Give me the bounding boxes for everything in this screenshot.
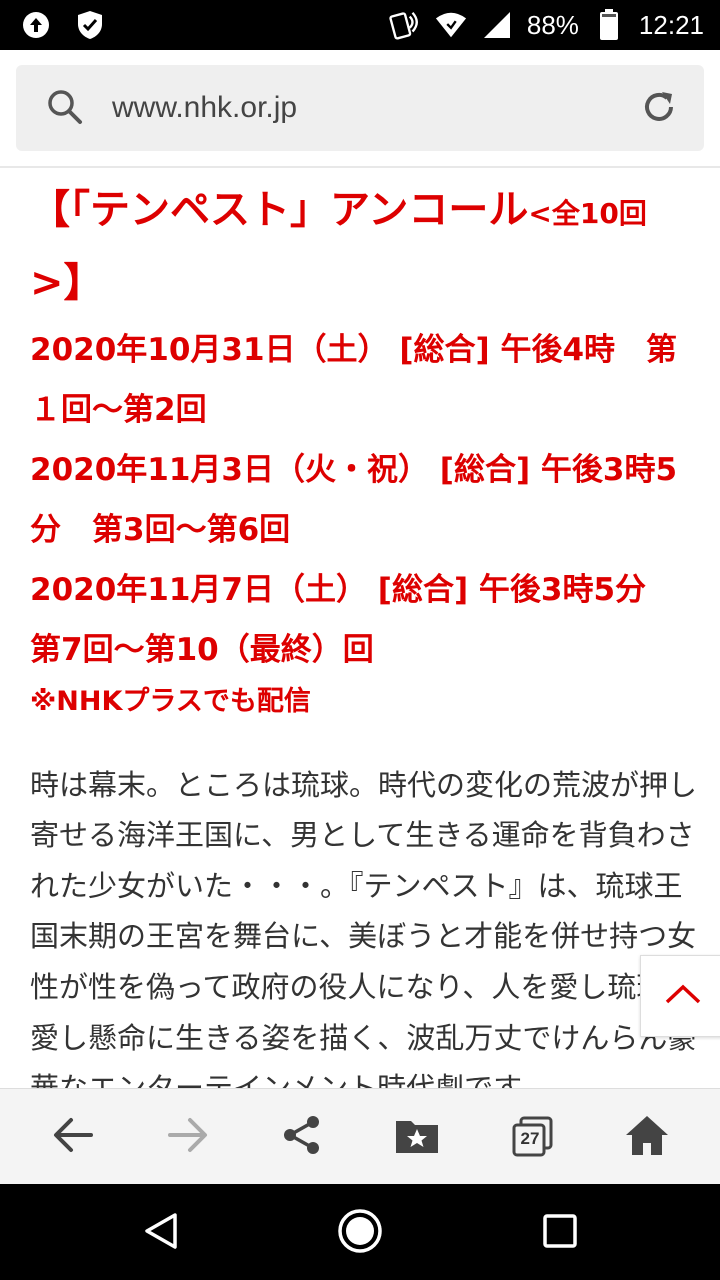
schedule-line: 2020年11月3日（火・祝） [総合] 午後3時5 [30,452,678,488]
bookmarks-button[interactable] [389,1109,445,1165]
system-nav-bar [0,1184,720,1280]
schedule-line: 2020年10月31日（土） [総合] 午後4時 第 [30,332,678,368]
signal-icon [481,9,513,41]
reload-icon[interactable] [640,88,678,130]
forward-button[interactable] [160,1109,216,1165]
synopsis-line: 愛し懸命に生きる姿を描く、波乱万丈でけんらん豪 [30,1021,697,1055]
scroll-to-top-button[interactable] [640,955,720,1037]
back-arrow-icon [51,1115,95,1159]
nav-recents-button[interactable] [535,1208,585,1258]
search-icon[interactable] [46,88,84,130]
wifi-icon [435,9,467,41]
nav-home-icon [336,1207,384,1259]
nav-back-button[interactable] [136,1208,186,1258]
tabs-count: 27 [520,1129,540,1148]
shield-icon [74,9,106,41]
forward-arrow-icon [166,1115,210,1159]
schedule-line: １回～第2回 [30,392,207,428]
schedule-line: 第7回～第10（最終）回 [30,632,374,668]
nhk-plus-note: ※NHKプラスでも配信 [30,686,311,717]
title-main: 【「テンペスト」アンコール [30,187,529,233]
nav-back-icon [141,1211,181,1255]
clock: 12:21 [638,10,704,40]
home-icon [624,1113,670,1161]
tabs-icon: 27 [510,1115,554,1159]
article-title: 【「テンペスト」アンコール<全10回 [30,185,647,239]
bookmark-folder-icon [394,1115,440,1159]
page-content: 【「テンペスト」アンコール<全10回 >】 2020年10月31日（土） [総合… [0,168,720,1088]
schedule-line: 2020年11月7日（土） [総合] 午後3時5分 [30,572,647,608]
browser-toolbar: 27 [0,1088,720,1184]
share-button[interactable] [274,1109,330,1165]
upload-icon [20,9,52,41]
url-text[interactable]: www.nhk.or.jp [112,89,297,127]
synopsis-line: れた少女がいた・・・。『テンペスト』は、琉球王 [30,869,683,903]
share-icon [280,1113,324,1161]
nav-home-button[interactable] [335,1208,385,1258]
battery-percent: 88% [526,10,579,40]
url-field[interactable]: www.nhk.or.jp [16,65,704,151]
tabs-button[interactable]: 27 [504,1109,560,1165]
nav-recents-icon [541,1212,579,1254]
title-closing: >】 [30,260,104,306]
nfc-icon [389,9,421,41]
home-button[interactable] [619,1109,675,1165]
synopsis-line: 華なエンターテインメント時代劇です。 [30,1071,549,1088]
synopsis-line: 時は幕末。ところは琉球。時代の変化の荒波が押し [30,768,698,802]
schedule-line: 分 第3回～第6回 [30,512,291,548]
synopsis-line: 性が性を偽って政府の役人になり、人を愛し琉球を [30,970,695,1004]
status-bar: 88% 12:21 [0,0,720,50]
synopsis-line: 寄せる海洋王国に、男として生きる運命を背負わさ [30,818,695,852]
synopsis-line: 国末期の王宮を舞台に、美ぼうと才能を併せ持つ女 [30,919,697,953]
title-episode-count: <全10回 [528,197,647,230]
battery-icon [593,9,625,41]
browser-url-area: www.nhk.or.jp [0,50,720,168]
back-button[interactable] [45,1109,101,1165]
chevron-up-icon [663,982,703,1010]
